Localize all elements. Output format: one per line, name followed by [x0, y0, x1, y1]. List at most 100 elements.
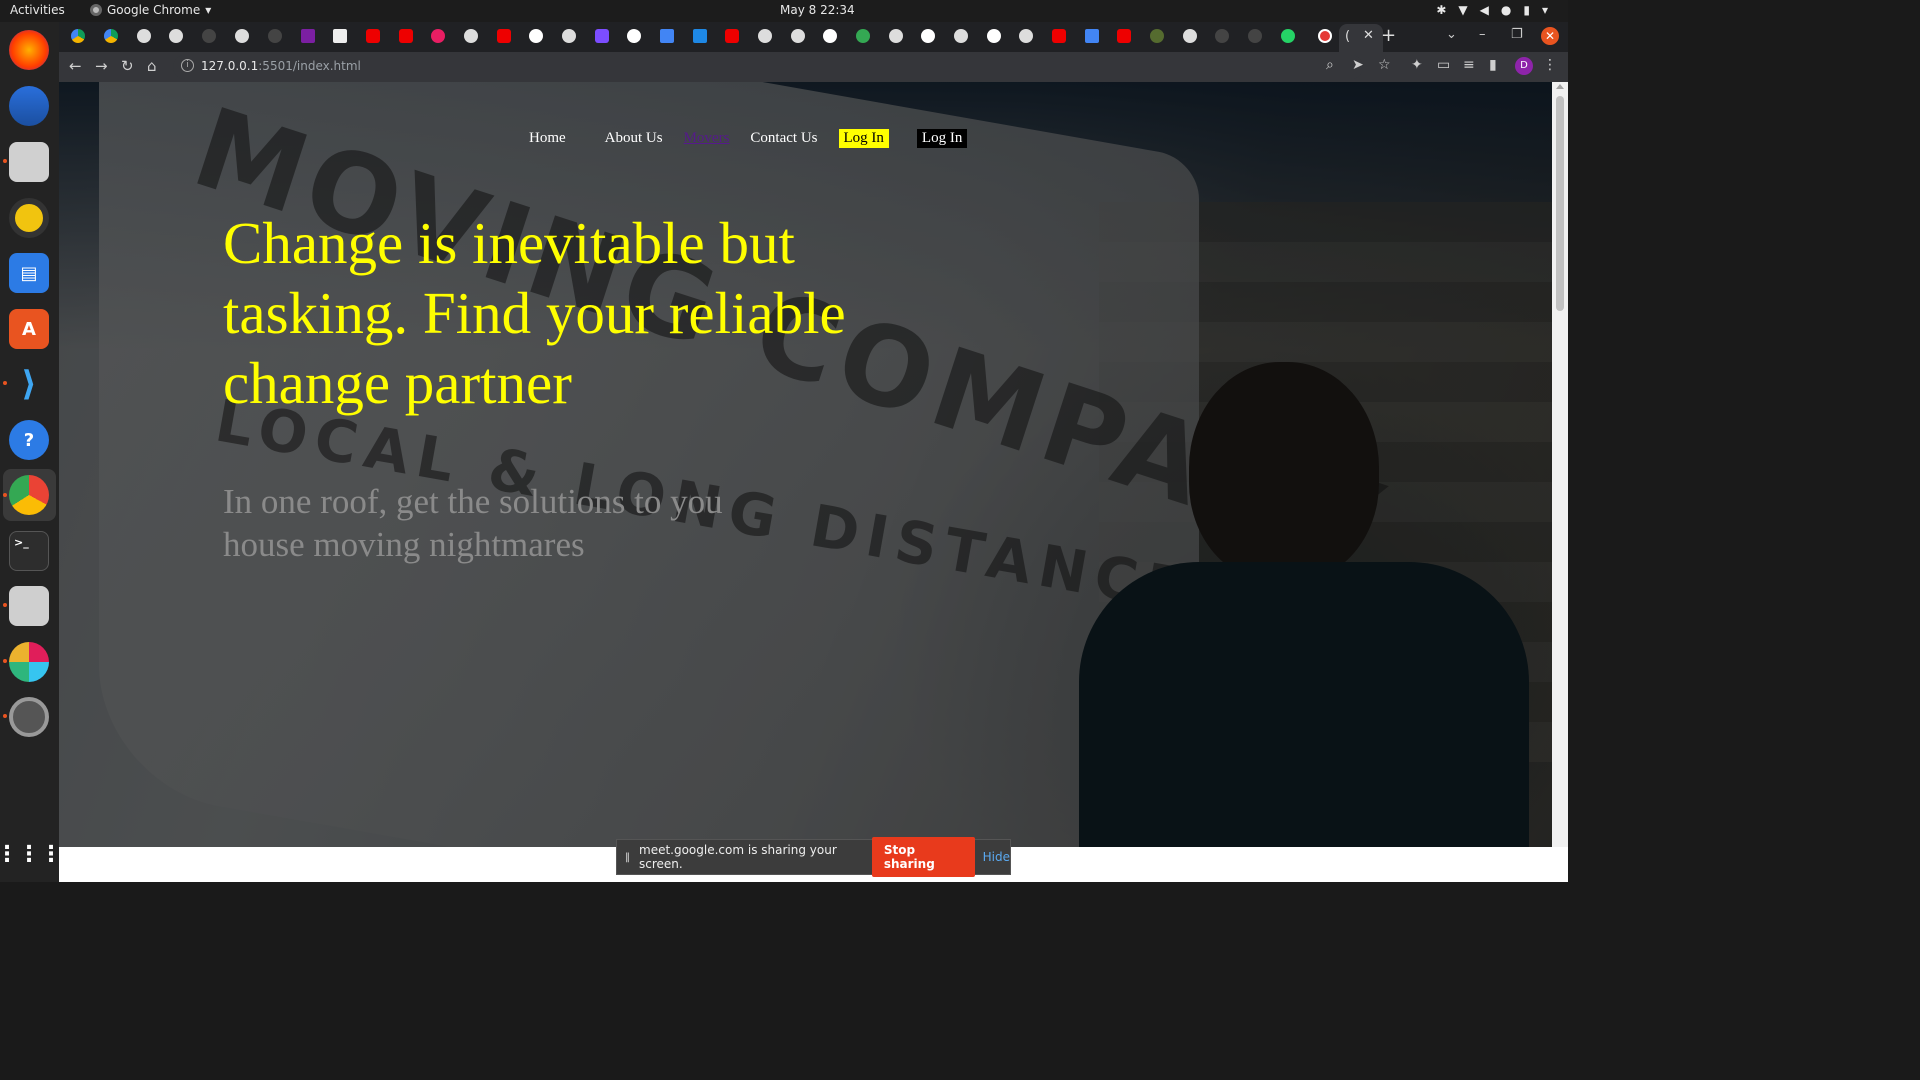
tab-globe[interactable] [1019, 29, 1033, 43]
tab-drive[interactable] [71, 29, 85, 43]
tab-active[interactable]: ( ✕ [1339, 24, 1383, 52]
tab-doc[interactable] [333, 29, 347, 43]
writer-icon[interactable]: ▤ [9, 253, 49, 293]
tab-google[interactable] [627, 29, 641, 43]
tab-google[interactable] [921, 29, 935, 43]
app-menu[interactable]: Google Chrome ▾ [90, 3, 211, 17]
nav-home[interactable]: Home [529, 130, 566, 147]
activities-button[interactable]: Activities [10, 3, 65, 17]
help-icon[interactable]: ? [9, 420, 49, 460]
tab-recording[interactable] [1318, 29, 1332, 43]
terminal-icon[interactable]: >_ [9, 531, 49, 571]
media-queue-icon[interactable]: ≡ [1463, 57, 1475, 73]
site-info-icon[interactable]: i [181, 59, 194, 72]
system-tray[interactable]: ✱ ▼ ◀ ● ▮ ▾ [1436, 3, 1548, 17]
tab-google[interactable] [529, 29, 543, 43]
image-viewer-icon[interactable] [9, 586, 49, 626]
app-center-icon[interactable]: A [9, 309, 49, 349]
tab-youtube[interactable] [725, 29, 739, 43]
restore-icon[interactable]: ❐ [1511, 27, 1523, 42]
profile-avatar[interactable]: D [1515, 57, 1533, 75]
page-scrollbar[interactable] [1552, 82, 1568, 847]
tab-youtube[interactable] [366, 29, 380, 43]
tab-youtube[interactable] [1052, 29, 1066, 43]
tab-youtube[interactable] [497, 29, 511, 43]
tab-whatsapp[interactable] [1281, 29, 1295, 43]
tab-globe[interactable] [758, 29, 772, 43]
battery-icon: ▮ [1523, 3, 1530, 17]
cast-icon[interactable]: ▭ [1437, 57, 1450, 73]
url-host: 127.0.0.1 [201, 59, 259, 73]
tab-drive[interactable] [104, 29, 118, 43]
tab-globe[interactable] [464, 29, 478, 43]
tab-close-icon[interactable]: ✕ [1363, 28, 1374, 43]
tab-globe[interactable] [1183, 29, 1197, 43]
tab-globe[interactable] [889, 29, 903, 43]
tab-asterisk[interactable] [431, 29, 445, 43]
clock[interactable]: May 8 22:34 [780, 3, 855, 17]
tab-youtube[interactable] [1117, 29, 1131, 43]
tab-flag[interactable] [660, 29, 674, 43]
url-text[interactable]: 127.0.0.1:5501/index.html [201, 59, 361, 73]
tab-globe[interactable] [562, 29, 576, 43]
tab-loading[interactable] [1248, 29, 1262, 43]
tab-youtube[interactable] [399, 29, 413, 43]
thunderbird-icon[interactable] [9, 86, 49, 126]
tab-b[interactable] [693, 29, 707, 43]
scrollbar-thumb[interactable] [1556, 96, 1564, 311]
tab-strip: ( ✕ + ⌄ – ❐ ✕ [59, 22, 1568, 52]
send-icon[interactable]: ➤ [1352, 57, 1364, 73]
window-close-icon[interactable]: ✕ [1541, 27, 1559, 45]
home-icon[interactable]: ⌂ [147, 57, 157, 75]
tab-purple[interactable] [595, 29, 609, 43]
system-menu-caret-icon[interactable]: ▾ [1542, 3, 1548, 17]
show-apps-grid-icon[interactable]: ⋮⋮⋮ [0, 834, 62, 874]
extensions-puzzle-icon[interactable]: ✦ [1411, 57, 1423, 73]
forward-arrow-icon[interactable]: → [95, 57, 108, 75]
side-panel-icon[interactable]: ▮ [1489, 57, 1497, 73]
kebab-menu-icon[interactable]: ⋮ [1543, 57, 1557, 73]
tab-github[interactable] [791, 29, 805, 43]
scroll-up-arrow-icon[interactable] [1556, 84, 1564, 89]
minimize-icon[interactable]: – [1479, 27, 1486, 42]
tab-loading[interactable] [1215, 29, 1229, 43]
slack-tray-icon[interactable]: ✱ [1436, 3, 1446, 17]
stop-sharing-button[interactable]: Stop sharing [871, 837, 975, 877]
tab-flag[interactable] [1085, 29, 1099, 43]
dock: ▤ A ⟩ ? >_ ⋮⋮⋮ [0, 22, 62, 882]
nav-contact[interactable]: Contact Us [750, 130, 817, 147]
new-tab-button[interactable]: + [1381, 25, 1396, 46]
tab-globe[interactable] [137, 29, 151, 43]
tab-forms[interactable] [301, 29, 315, 43]
vscode-icon[interactable]: ⟩ [9, 364, 49, 404]
drag-handle-icon[interactable]: ‖ [625, 852, 631, 863]
rhythmbox-icon[interactable] [9, 198, 49, 238]
hide-share-bar-button[interactable]: Hide [983, 850, 1010, 864]
files-icon[interactable] [9, 142, 49, 182]
bookmark-star-icon[interactable]: ☆ [1378, 57, 1391, 73]
settings-gear-icon[interactable] [9, 697, 49, 737]
tab-globe[interactable] [169, 29, 183, 43]
tab-maps[interactable] [856, 29, 870, 43]
caret-down-icon: ▾ [205, 3, 212, 17]
tab-tree[interactable] [1150, 29, 1164, 43]
login-button-secondary[interactable]: Log In [916, 129, 968, 148]
tab-globe[interactable] [954, 29, 968, 43]
tab-globe[interactable] [235, 29, 249, 43]
back-arrow-icon[interactable]: ← [69, 57, 82, 75]
slack-icon[interactable] [9, 642, 49, 682]
tab-loading[interactable] [268, 29, 282, 43]
tab-loading[interactable] [202, 29, 216, 43]
zoom-icon[interactable]: ⌕ [1326, 57, 1334, 73]
reload-icon[interactable]: ↻ [121, 57, 134, 75]
tab-google[interactable] [987, 29, 1001, 43]
tab-google[interactable] [823, 29, 837, 43]
system-top-bar: Activities Google Chrome ▾ May 8 22:34 ✱… [0, 0, 1568, 22]
address-bar[interactable]: i 127.0.0.1:5501/index.html [173, 55, 1363, 79]
firefox-icon[interactable] [9, 30, 49, 70]
tab-search-chevron-icon[interactable]: ⌄ [1446, 27, 1457, 42]
nav-movers[interactable]: Movers [684, 130, 730, 147]
chrome-icon[interactable] [9, 475, 49, 515]
login-button-primary[interactable]: Log In [838, 129, 889, 148]
nav-about[interactable]: About Us [605, 130, 663, 147]
